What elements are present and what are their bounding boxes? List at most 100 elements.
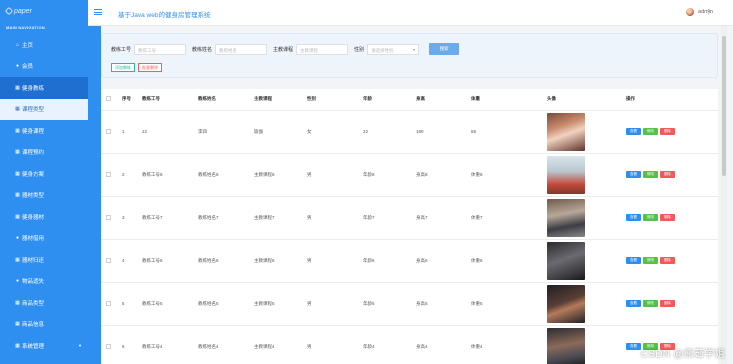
top-header: 基于Java web的健身房管理系统 admin ⋮ xyxy=(88,0,733,26)
row-select-cell[interactable] xyxy=(101,325,120,364)
table-row[interactable]: 6 教练工号4 教练姓名4 主教课程4 男年龄4 身高4 体重4 查看 修改 删除 xyxy=(101,325,718,364)
sidebar-item-label: 健身课程 xyxy=(22,128,45,135)
delete-button[interactable]: 删除 xyxy=(660,300,675,307)
row-checkbox[interactable] xyxy=(106,300,111,306)
table-cell: 主教课程4 xyxy=(252,325,305,364)
sidebar-item-return[interactable]: ▦ 器材归还 xyxy=(0,249,88,271)
coach-name-input[interactable]: 教练姓名 xyxy=(215,43,268,55)
sidebar-item-lost-items[interactable]: ● 物品遗失 xyxy=(0,271,88,293)
edit-button[interactable]: 修改 xyxy=(643,300,658,307)
actions-cell: 查看 修改 删除 xyxy=(624,110,718,154)
edit-button[interactable]: 修改 xyxy=(643,257,658,264)
table-cell: 身高5 xyxy=(414,282,469,326)
sidebar-item-system[interactable]: ▦ 系统管理 ▼ xyxy=(0,335,88,357)
sidebar-item-bookings[interactable]: ▦ 课程预约 xyxy=(0,142,88,164)
table-row[interactable]: 3 教练工号7 教练姓名7 主教课程7 男年龄7 身高7 体重7 查看 修改 删除 xyxy=(101,196,718,240)
view-button[interactable]: 查看 xyxy=(626,171,641,178)
sidebar-item-plans[interactable]: ▦ 健身方案 xyxy=(0,163,88,185)
view-button[interactable]: 查看 xyxy=(626,257,641,264)
row-checkbox[interactable] xyxy=(106,128,111,134)
menu-toggle-icon[interactable] xyxy=(94,9,102,17)
table-cell: 3 xyxy=(120,196,140,240)
sidebar-item-product-types[interactable]: ▦ 商品类型 xyxy=(0,292,88,314)
table-cell: 男 xyxy=(305,239,361,283)
sidebar-item-label: 会员 xyxy=(22,64,34,71)
sidebar-item-members[interactable]: ● 会员 xyxy=(0,56,88,78)
col-header: 操作 xyxy=(624,89,718,111)
sidebar-item-courses[interactable]: ▦ 健身课程 xyxy=(0,120,88,142)
delete-button[interactable]: 删除 xyxy=(660,171,675,178)
edit-button[interactable]: 修改 xyxy=(643,171,658,178)
view-button[interactable]: 查看 xyxy=(626,214,641,221)
table-row[interactable]: 4 教练工号6 教练姓名6 主教课程6 男年龄6 身高6 体重6 查看 修改 删除 xyxy=(101,239,718,283)
sidebar-item-label: 健身方案 xyxy=(22,171,45,178)
avatar-cell xyxy=(545,153,624,197)
edit-button[interactable]: 修改 xyxy=(643,128,658,135)
delete-button[interactable]: 删除 xyxy=(660,257,675,264)
gender-select[interactable]: 请选择性别 ▾ xyxy=(367,43,420,55)
sidebar-item-coaches[interactable]: ▦ 健身教练 xyxy=(0,77,101,99)
location-icon: ● xyxy=(15,278,20,285)
grid-icon: ▦ xyxy=(15,149,20,156)
sidebar-item-label: 健身教练 xyxy=(22,85,45,92)
coach-photo xyxy=(547,112,585,151)
row-checkbox[interactable] xyxy=(106,343,111,349)
avatar-cell xyxy=(545,282,624,326)
coach-photo xyxy=(547,284,585,323)
sidebar-item-home[interactable]: ⌂ 主页 xyxy=(0,34,88,56)
search-button[interactable]: 搜索 xyxy=(429,43,460,55)
add-coach-button[interactable]: 添加教练 xyxy=(111,63,135,72)
table-cell: 年龄4 xyxy=(361,325,414,364)
grid-icon: ▦ xyxy=(15,256,20,263)
batch-delete-button[interactable]: 批量删除 xyxy=(138,63,162,72)
select-all-cell[interactable] xyxy=(101,89,120,111)
gender-select-placeholder: 请选择性别 xyxy=(371,47,394,53)
row-select-cell[interactable] xyxy=(101,239,120,283)
table-cell: 教练姓名6 xyxy=(196,239,252,283)
sidebar-item-borrow[interactable]: ● 器材借用 xyxy=(0,228,88,250)
view-button[interactable]: 查看 xyxy=(626,343,641,350)
avatar-cell xyxy=(545,325,624,364)
table-cell: 李四 xyxy=(196,110,252,154)
row-checkbox[interactable] xyxy=(106,171,111,177)
table-row[interactable]: 2 教练工号8 教练姓名8 主教课程8 男年龄8 身高8 体重8 查看 修改 删除 xyxy=(101,153,718,197)
table-cell: 体重6 xyxy=(469,239,545,283)
search-panel: 教练工号 教练工号 教练姓名 教练姓名 主教课程 主教课程 性别 请选择性别 ▾… xyxy=(101,33,718,78)
brand[interactable]: paper xyxy=(0,0,88,22)
view-button[interactable]: 查看 xyxy=(626,300,641,307)
sidebar-item-products[interactable]: ▦ 商品信息 xyxy=(0,314,88,336)
avatar-cell xyxy=(545,196,624,240)
row-select-cell[interactable] xyxy=(101,196,120,240)
table-cell: 教练姓名5 xyxy=(196,282,252,326)
row-select-cell[interactable] xyxy=(101,153,120,197)
table-cell: 教练工号8 xyxy=(140,153,196,197)
sidebar-item-equipment[interactable]: ▦ 健身器材 xyxy=(0,206,88,228)
grid-icon: ▦ xyxy=(15,127,20,134)
select-all-checkbox[interactable] xyxy=(106,96,111,102)
actions-cell: 查看 修改 删除 xyxy=(624,153,718,197)
sidebar-item-equipment-types[interactable]: ▦ 器材类型 xyxy=(0,185,88,207)
sidebar-item-label: 课程类型 xyxy=(22,107,45,114)
table-cell: 身高8 xyxy=(414,153,469,197)
chevron-down-icon: ▼ xyxy=(78,343,82,349)
coach-id-input[interactable]: 教练工号 xyxy=(134,43,187,55)
row-checkbox[interactable] xyxy=(106,214,111,220)
row-select-cell[interactable] xyxy=(101,282,120,326)
delete-button[interactable]: 删除 xyxy=(660,214,675,221)
sidebar-item-label: 商品类型 xyxy=(22,300,45,307)
view-button[interactable]: 查看 xyxy=(626,128,641,135)
logo-icon xyxy=(4,6,14,16)
more-icon[interactable]: ⋮ xyxy=(705,8,712,16)
table-cell: 年龄6 xyxy=(361,239,414,283)
table-row[interactable]: 5 教练工号5 教练姓名5 主教课程5 男年龄5 身高5 体重5 查看 修改 删除 xyxy=(101,282,718,326)
row-checkbox[interactable] xyxy=(106,257,111,263)
course-input[interactable]: 主教课程 xyxy=(296,43,349,55)
sidebar-item-course-types[interactable]: ▦ 课程类型 xyxy=(0,98,101,120)
edit-button[interactable]: 修改 xyxy=(643,214,658,221)
scrollbar[interactable] xyxy=(721,26,727,364)
brand-name: paper xyxy=(14,7,32,15)
scrollbar-thumb[interactable] xyxy=(722,36,726,176)
row-select-cell[interactable] xyxy=(101,110,120,154)
table-row[interactable]: 1 22 李四 瑜伽女 22 180 69 查看 修改 删除 xyxy=(101,110,718,154)
delete-button[interactable]: 删除 xyxy=(660,128,675,135)
